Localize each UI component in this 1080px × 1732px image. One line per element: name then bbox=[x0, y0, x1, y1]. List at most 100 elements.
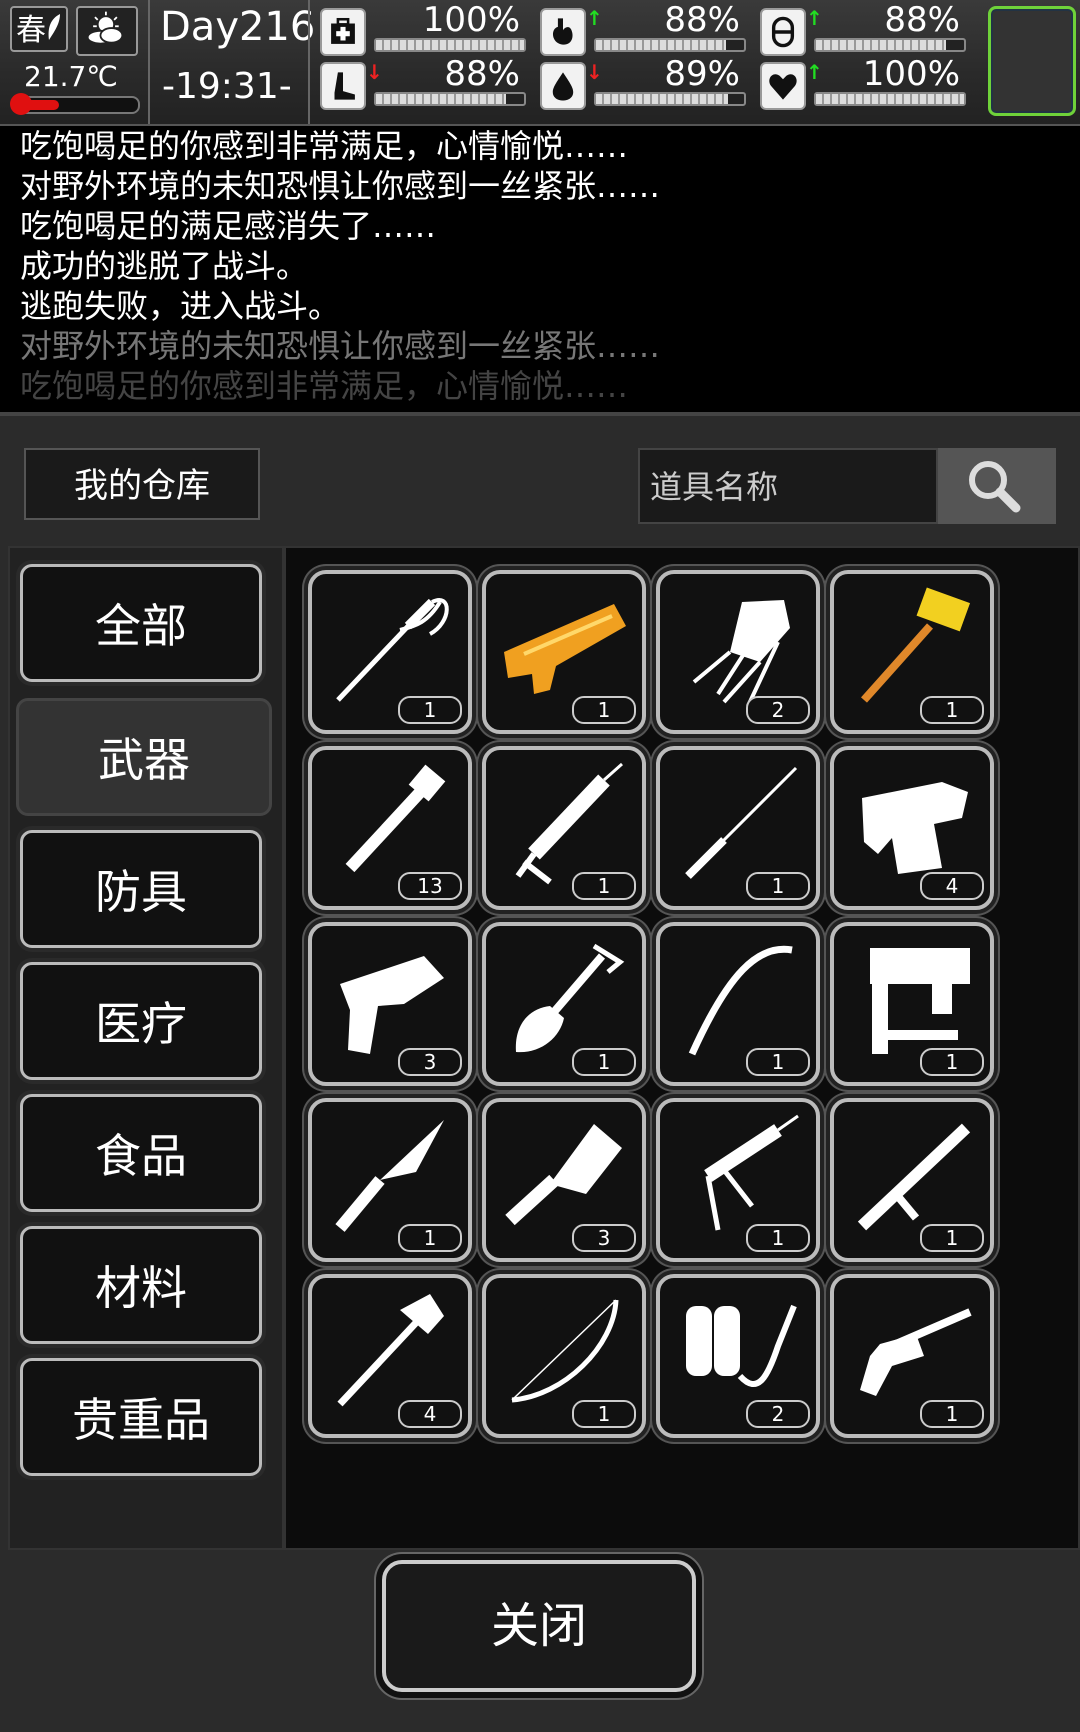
stomach-icon bbox=[540, 8, 586, 56]
injector-gun-icon bbox=[704, 1114, 799, 1231]
item-count: 1 bbox=[398, 1224, 462, 1252]
item-slot-nail-gun[interactable]: 1 bbox=[830, 922, 994, 1086]
item-count: 1 bbox=[572, 1048, 636, 1076]
item-slot-blowtorch[interactable]: 4 bbox=[830, 746, 994, 910]
item-count: 4 bbox=[398, 1400, 462, 1428]
item-slot-fire-axe[interactable]: 4 bbox=[308, 1274, 472, 1438]
item-count: 1 bbox=[398, 696, 462, 724]
item-slot-flamethrower[interactable]: 2 bbox=[656, 1274, 820, 1438]
item-count: 13 bbox=[398, 872, 462, 900]
stat-bar bbox=[594, 38, 746, 52]
category-armor[interactable]: 防具 bbox=[20, 830, 262, 948]
item-count: 2 bbox=[746, 1400, 810, 1428]
item-count: 1 bbox=[572, 1400, 636, 1428]
item-slot-shovel[interactable]: 1 bbox=[482, 922, 646, 1086]
thermometer-bar bbox=[10, 93, 140, 115]
stat-mood: ↑ 100% bbox=[750, 54, 966, 112]
category-weapons[interactable]: 武器 bbox=[16, 698, 272, 816]
item-count: 1 bbox=[746, 1048, 810, 1076]
stat-bar-fill bbox=[376, 40, 524, 50]
item-slot-pipe-wrench[interactable]: 13 bbox=[308, 746, 472, 910]
pistol-icon bbox=[340, 956, 444, 1054]
item-slot-injector-gun[interactable]: 1 bbox=[656, 1098, 820, 1262]
item-count: 1 bbox=[920, 1224, 984, 1252]
search-button[interactable] bbox=[938, 448, 1056, 524]
medkit-icon bbox=[320, 8, 366, 56]
category-materials[interactable]: 材料 bbox=[20, 1226, 262, 1344]
item-slot-fencing-sword[interactable]: 1 bbox=[308, 570, 472, 734]
category-medical[interactable]: 医疗 bbox=[20, 962, 262, 1080]
foot-icon bbox=[320, 62, 366, 110]
knife-icon bbox=[335, 1120, 444, 1232]
season-indicator: 春 bbox=[10, 6, 68, 52]
flamethrower-icon bbox=[686, 1304, 797, 1387]
stat-value: 100% bbox=[862, 54, 960, 94]
stat-thirst: ↓ 89% bbox=[530, 54, 746, 112]
folding-chair-icon bbox=[692, 600, 790, 707]
bow-icon bbox=[511, 1299, 619, 1403]
stat-value: 88% bbox=[884, 0, 960, 40]
temperature-readout: 21.7℃ bbox=[24, 60, 118, 93]
hud-divider bbox=[148, 0, 150, 124]
stat-arrow: ↓ bbox=[366, 60, 383, 84]
stat-bar bbox=[814, 92, 966, 106]
revolver-icon bbox=[860, 1308, 972, 1396]
item-count: 1 bbox=[746, 872, 810, 900]
category-sidebar[interactable]: 全部 武器 防具 医疗 食品 材料 贵重品 bbox=[8, 546, 284, 1550]
item-slot-folding-chair[interactable]: 2 bbox=[656, 570, 820, 734]
item-count: 1 bbox=[920, 696, 984, 724]
quick-slot-button[interactable] bbox=[988, 6, 1076, 116]
stat-hunger: ↑ 88% bbox=[530, 0, 746, 58]
status-hud: 春 21.7℃ Day216 -19:31- 100% ↑ 88% ↑ 88% … bbox=[0, 0, 1080, 126]
spear-icon bbox=[685, 766, 798, 879]
category-all[interactable]: 全部 bbox=[20, 564, 262, 682]
stat-bar-fill bbox=[596, 40, 727, 50]
warehouse-title: 我的仓库 bbox=[24, 448, 260, 520]
log-line: 对野外环境的未知恐惧让你感到一丝紧张…… bbox=[20, 167, 661, 205]
stat-arrow: ↑ bbox=[806, 60, 823, 84]
log-line: 吃饱喝足的你感到非常满足，心情愉悦…… bbox=[20, 367, 629, 405]
category-valuables[interactable]: 贵重品 bbox=[20, 1358, 262, 1476]
thermometer-fill bbox=[16, 100, 60, 110]
axe-icon bbox=[337, 1294, 444, 1407]
stat-bar bbox=[814, 38, 966, 52]
item-count: 1 bbox=[746, 1224, 810, 1252]
item-slot-tonfa[interactable]: 1 bbox=[830, 1098, 994, 1262]
stat-bar-fill bbox=[596, 94, 728, 104]
message-log[interactable]: 吃饱喝足的你感到非常满足，心情愉悦…… 对野外环境的未知恐惧让你感到一丝紧张……… bbox=[0, 126, 1080, 412]
stat-energy: ↑ 88% bbox=[750, 0, 966, 58]
log-line: 对野外环境的未知恐惧让你感到一丝紧张…… bbox=[20, 327, 661, 365]
item-count: 2 bbox=[746, 696, 810, 724]
close-button[interactable]: 关闭 bbox=[382, 1560, 696, 1692]
item-count: 4 bbox=[920, 872, 984, 900]
stat-arrow: ↑ bbox=[586, 6, 603, 30]
item-slot-caulking-gun[interactable]: 1 bbox=[482, 746, 646, 910]
item-slot-revolver[interactable]: 1 bbox=[830, 1274, 994, 1438]
item-slot-orange-blaster[interactable]: 1 bbox=[482, 570, 646, 734]
log-line: 吃饱喝足的你感到非常满足，心情愉悦…… bbox=[20, 127, 629, 165]
log-line: 吃饱喝足的满足感消失了…… bbox=[20, 207, 437, 245]
log-line: 逃跑失败，进入战斗。 bbox=[20, 287, 341, 325]
item-grid[interactable]: 1 1 2 1 13 1 1 4 3 1 1 1 1 3 1 1 4 1 2 1 bbox=[284, 546, 1080, 1550]
warehouse-panel: 我的仓库 全部 武器 防具 医疗 食品 材料 贵重品 1 1 2 bbox=[0, 412, 1080, 1732]
season-label: 春 bbox=[16, 13, 46, 48]
stat-bar bbox=[374, 92, 526, 106]
item-slot-combat-knife[interactable]: 1 bbox=[308, 1098, 472, 1262]
item-slot-cleaver[interactable]: 3 bbox=[482, 1098, 646, 1262]
stat-bar bbox=[374, 38, 526, 52]
tonfa-icon bbox=[857, 1123, 971, 1231]
stat-bar-fill bbox=[376, 94, 507, 104]
item-slot-scifi-pistol[interactable]: 3 bbox=[308, 922, 472, 1086]
item-slot-thin-spear[interactable]: 1 bbox=[656, 746, 820, 910]
stat-value: 88% bbox=[444, 54, 520, 94]
stat-value: 88% bbox=[664, 0, 740, 40]
crowbar-icon bbox=[688, 945, 793, 1056]
item-slot-crowbar[interactable]: 1 bbox=[656, 922, 820, 1086]
leaf-icon bbox=[48, 14, 60, 40]
category-food[interactable]: 食品 bbox=[20, 1094, 262, 1212]
fencing-sword-icon bbox=[336, 598, 449, 702]
search-box[interactable] bbox=[638, 448, 938, 524]
search-input[interactable] bbox=[648, 458, 922, 516]
item-slot-golden-hammer[interactable]: 1 bbox=[830, 570, 994, 734]
item-slot-recurve-bow[interactable]: 1 bbox=[482, 1274, 646, 1438]
